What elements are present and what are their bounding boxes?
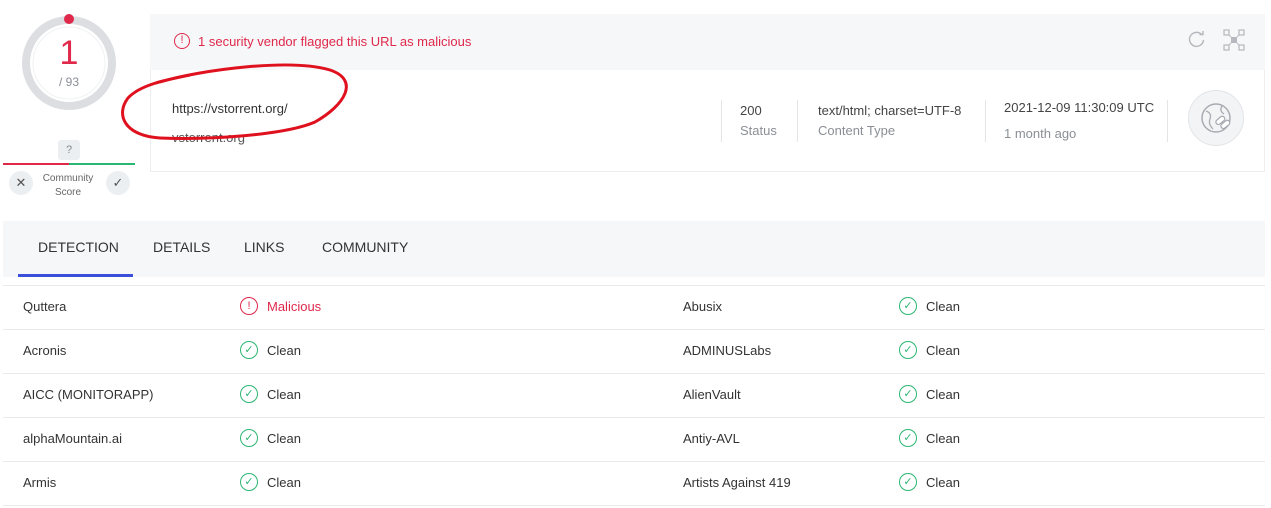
check-circle-icon: ✓: [899, 473, 917, 491]
vendor-result: ✓ Clean: [240, 341, 301, 359]
check-circle-icon: ✓: [899, 429, 917, 447]
vendor-result: ✓ Clean: [240, 385, 301, 403]
table-row: alphaMountain.ai ✓ Clean Antiy-AVL ✓ Clean: [3, 418, 1265, 462]
exclamation-circle-icon: !: [240, 297, 258, 315]
vendor-name: AICC (MONITORAPP): [23, 387, 154, 402]
status-value: 200: [740, 103, 762, 118]
community-label-line2: Score: [54, 187, 82, 198]
status-label: Status: [740, 123, 777, 138]
analysis-relative-date: 1 month ago: [1004, 126, 1077, 141]
alert-text: 1 security vendor flagged this URL as ma…: [198, 33, 472, 49]
table-row: Armis ✓ Clean Artists Against 419 ✓ Clean: [3, 462, 1265, 506]
graph-icon[interactable]: [1223, 29, 1245, 56]
analysis-date: 2021-12-09 11:30:09 UTC: [1004, 100, 1155, 115]
result-label: Clean: [267, 386, 301, 402]
vendor-result: ✓ Clean: [899, 297, 960, 315]
downvote-button[interactable]: ✕: [9, 171, 33, 195]
url-text[interactable]: https://vstorrent.org/: [172, 101, 288, 116]
result-label: Clean: [267, 474, 301, 490]
vendor-name: AlienVault: [683, 387, 741, 402]
table-row: AICC (MONITORAPP) ✓ Clean AlienVault ✓ Cle…: [3, 374, 1265, 418]
community-label-line1: Community: [42, 173, 94, 184]
detection-count: 1: [59, 34, 79, 72]
result-label: Clean: [926, 342, 960, 358]
result-label: Clean: [926, 298, 960, 314]
exclamation-circle-icon: !: [174, 33, 190, 49]
result-label: Clean: [926, 474, 960, 490]
divider: [1167, 100, 1168, 142]
divider: [985, 100, 986, 142]
vendor-name: Acronis: [23, 343, 67, 358]
check-circle-icon: ✓: [899, 385, 917, 403]
community-score-badge: ?: [58, 140, 80, 160]
table-row: Quttera ! Malicious Abusix ✓ Clean: [3, 285, 1265, 330]
vendor-name: ADMINUSLabs: [683, 343, 772, 358]
tab-details[interactable]: DETAILS: [153, 221, 210, 277]
upvote-button[interactable]: ✓: [106, 171, 130, 195]
result-label: Malicious: [267, 298, 322, 314]
vendor-result: ! Malicious: [240, 297, 321, 315]
community-score-label: Community Score: [37, 172, 99, 200]
result-label: Clean: [267, 342, 301, 358]
url-info-card: https://vstorrent.org/ vstorrent.org 200…: [150, 70, 1265, 172]
detection-results-table: Quttera ! Malicious Abusix ✓ Clean Acronis…: [3, 285, 1265, 506]
vendor-name: alphaMountain.ai: [23, 431, 123, 446]
banner-actions: [1187, 29, 1245, 56]
check-circle-icon: ✓: [240, 429, 258, 447]
domain-text[interactable]: vstorrent.org: [172, 130, 245, 145]
check-circle-icon: ✓: [899, 341, 917, 359]
tab-bar: DETECTION DETAILS LINKS COMMUNITY: [3, 221, 1265, 277]
check-circle-icon: ✓: [240, 473, 258, 491]
check-circle-icon: ✓: [240, 341, 258, 359]
community-score-bar: [3, 163, 135, 165]
result-label: Clean: [926, 386, 960, 402]
alert-banner: ! 1 security vendor flagged this URL as …: [150, 14, 1265, 70]
result-label: Clean: [926, 430, 960, 446]
malicious-alert: ! 1 security vendor flagged this URL as …: [174, 33, 471, 49]
check-circle-icon: ✓: [899, 297, 917, 315]
vendor-name: Abusix: [683, 299, 723, 314]
table-row: Acronis ✓ Clean ADMINUSLabs ✓ Clean: [3, 330, 1265, 374]
vendor-result: ✓ Clean: [240, 473, 301, 491]
vendor-result: ✓ Clean: [899, 341, 960, 359]
vendor-result: ✓ Clean: [899, 385, 960, 403]
community-score: ? ✕ Community Score ✓: [3, 140, 135, 200]
check-circle-icon: ✓: [240, 385, 258, 403]
vendor-result: ✓ Clean: [899, 473, 960, 491]
tab-links[interactable]: LINKS: [244, 221, 284, 277]
detection-score-gauge: 1 / 93: [20, 14, 118, 112]
vendor-name: Artists Against 419: [683, 475, 791, 490]
globe-link-icon: [1188, 90, 1244, 146]
active-tab-indicator: [18, 274, 133, 277]
divider: [797, 100, 798, 142]
vendor-name: Quttera: [23, 299, 67, 314]
result-label: Clean: [267, 430, 301, 446]
vendor-result: ✓ Clean: [899, 429, 960, 447]
vendor-result: ✓ Clean: [240, 429, 301, 447]
vendor-name: Armis: [23, 475, 57, 490]
tab-community[interactable]: COMMUNITY: [322, 221, 408, 277]
tab-detection[interactable]: DETECTION: [38, 221, 119, 277]
divider: [721, 100, 722, 142]
refresh-icon[interactable]: [1187, 29, 1207, 56]
detection-total: / 93: [58, 75, 79, 89]
vendor-name: Antiy-AVL: [683, 431, 740, 446]
content-type-value: text/html; charset=UTF-8: [818, 103, 962, 118]
content-type-label: Content Type: [818, 123, 896, 138]
